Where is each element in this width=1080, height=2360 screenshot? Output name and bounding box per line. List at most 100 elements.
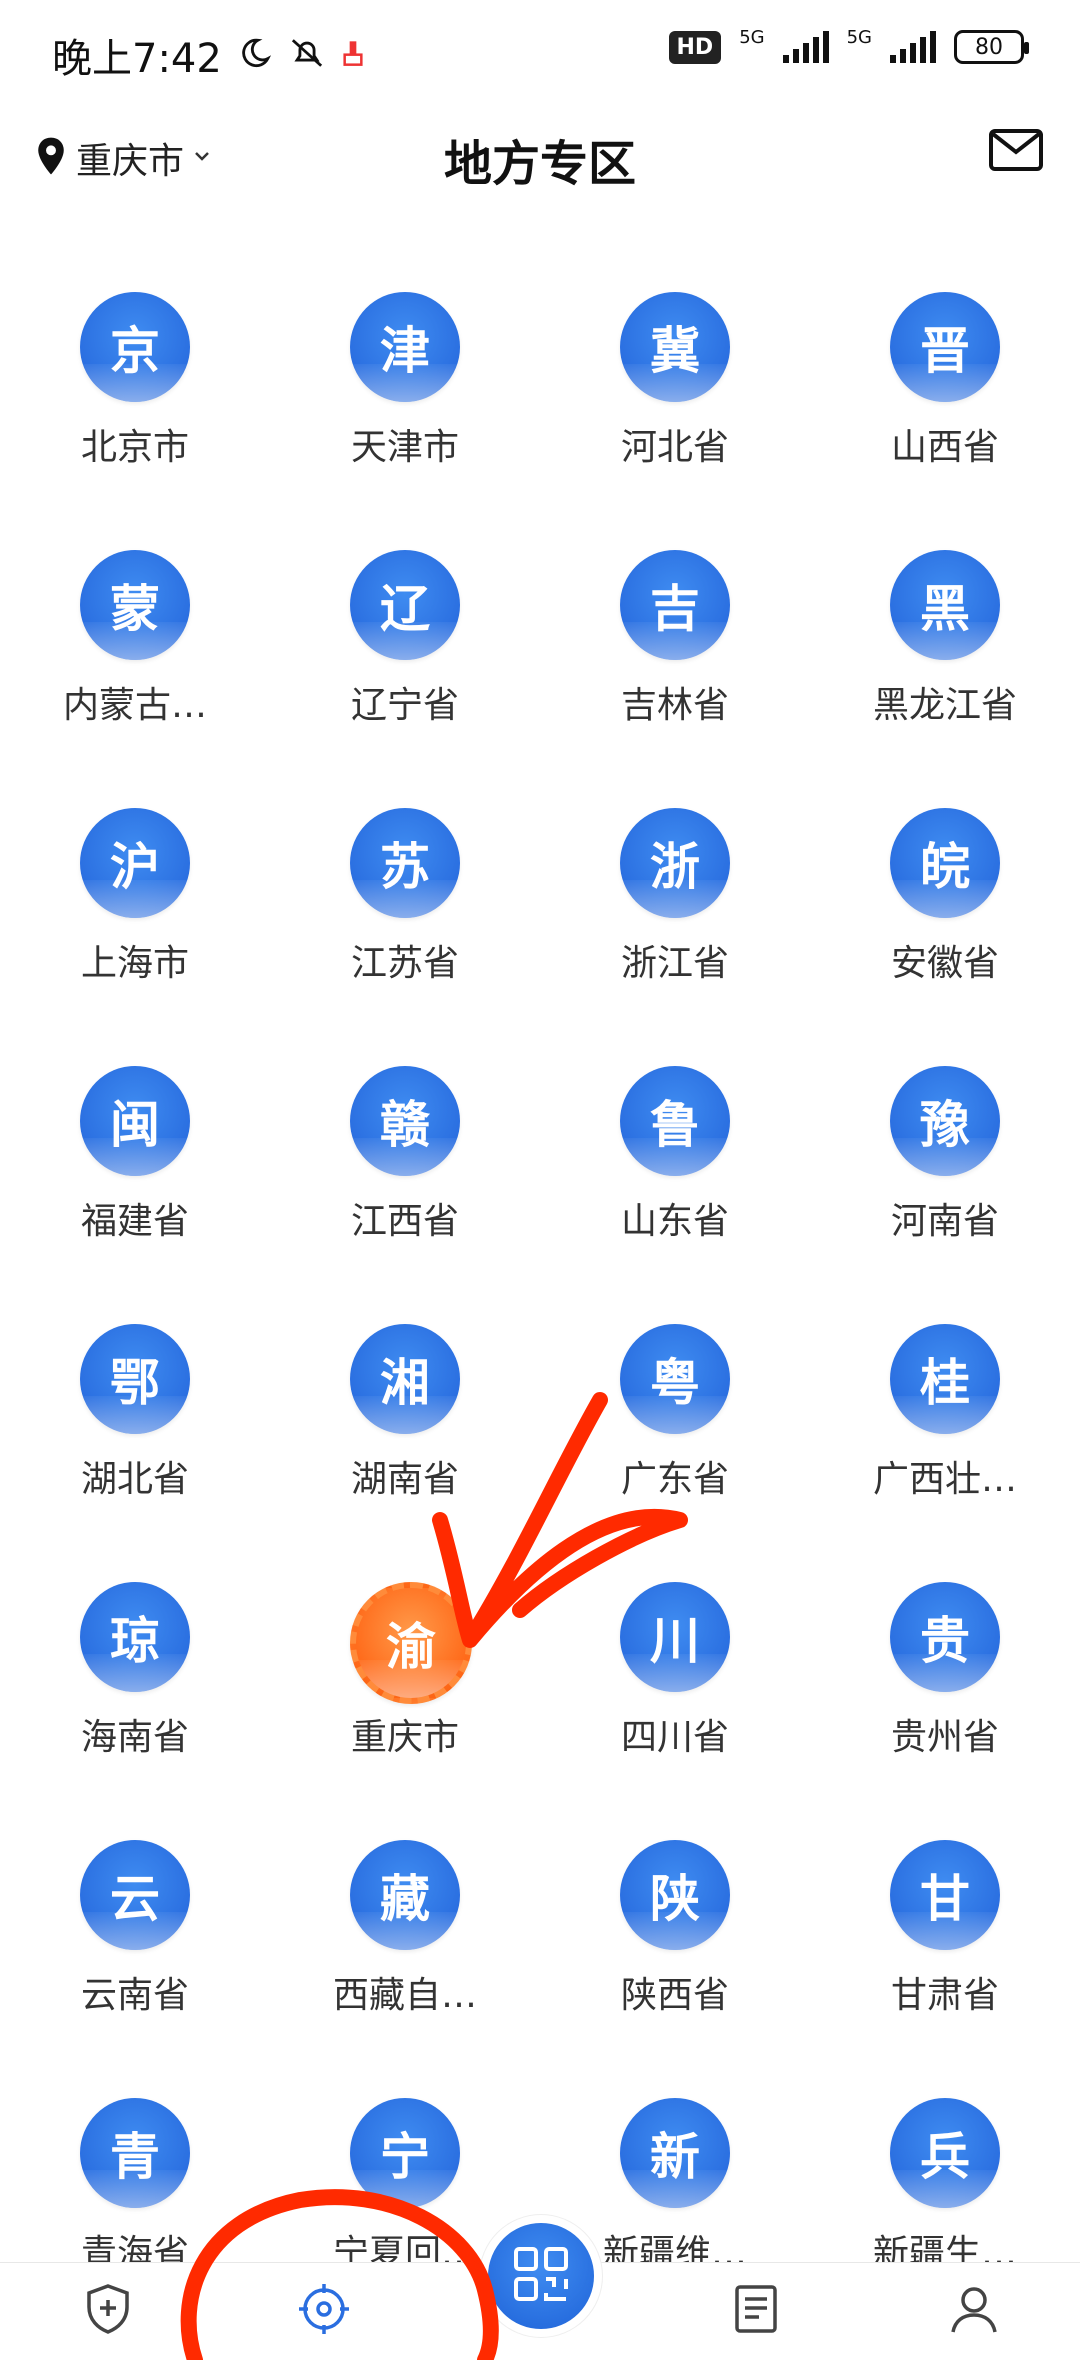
region-label: 天津市 — [350, 427, 459, 468]
region-char: 黑 — [920, 580, 970, 638]
region-label: 浙江省 — [620, 943, 729, 984]
region-item[interactable]: 蒙内蒙古… — [0, 538, 270, 796]
region-item[interactable]: 浙浙江省 — [540, 796, 810, 1054]
region-item[interactable]: 苏江苏省 — [270, 796, 540, 1054]
region-label: 云南省 — [80, 1975, 189, 2016]
region-char: 渝 — [386, 1618, 436, 1676]
region-emblem-icon: 陕 — [620, 1840, 730, 1950]
region-item[interactable]: 粤广东省 — [540, 1312, 810, 1570]
region-item[interactable]: 桂广西壮… — [810, 1312, 1080, 1570]
region-char: 藏 — [380, 1870, 430, 1928]
region-char: 宁 — [380, 2128, 430, 2186]
region-item[interactable]: 辽辽宁省 — [270, 538, 540, 796]
qr-scan-icon — [512, 2245, 570, 2307]
region-char: 津 — [380, 322, 430, 380]
region-label: 江苏省 — [350, 943, 459, 984]
region-item[interactable]: 皖安徽省 — [810, 796, 1080, 1054]
region-emblem-icon: 皖 — [890, 808, 1000, 918]
region-item[interactable]: 京北京市 — [0, 280, 270, 538]
region-char: 晋 — [920, 322, 970, 380]
person-icon — [948, 2283, 1000, 2339]
region-label: 福建省 — [80, 1201, 189, 1242]
region-item[interactable]: 云云南省 — [0, 1828, 270, 2086]
bell-off-icon — [288, 36, 326, 74]
region-char: 湘 — [380, 1354, 430, 1412]
region-label: 内蒙古… — [62, 685, 207, 726]
region-item[interactable]: 鲁山东省 — [540, 1054, 810, 1312]
region-label: 山西省 — [890, 427, 999, 468]
region-emblem-icon: 青 — [80, 2098, 190, 2208]
battery-indicator: 80 — [954, 30, 1029, 64]
region-label: 江西省 — [350, 1201, 459, 1242]
region-emblem-icon: 湘 — [350, 1324, 460, 1434]
region-item[interactable]: 沪上海市 — [0, 796, 270, 1054]
nav-local[interactable] — [294, 2281, 354, 2341]
region-item[interactable]: 吉吉林省 — [540, 538, 810, 796]
region-char: 苏 — [380, 838, 430, 896]
region-char: 青 — [110, 2128, 160, 2186]
bottom-nav — [0, 2223, 1080, 2360]
region-char: 闽 — [110, 1096, 160, 1154]
region-char: 赣 — [380, 1096, 430, 1154]
region-emblem-icon: 鲁 — [620, 1066, 730, 1176]
region-char: 陕 — [650, 1870, 700, 1928]
region-emblem-icon: 粤 — [620, 1324, 730, 1434]
region-item[interactable]: 津天津市 — [270, 280, 540, 538]
region-label: 海南省 — [80, 1717, 189, 1758]
region-item[interactable]: 琼海南省 — [0, 1570, 270, 1828]
region-char: 兵 — [920, 2128, 970, 2186]
region-label: 湖北省 — [80, 1459, 189, 1500]
region-emblem-icon: 晋 — [890, 292, 1000, 402]
region-emblem-icon: 川 — [620, 1582, 730, 1692]
region-label: 上海市 — [80, 943, 189, 984]
region-emblem-icon: 云 — [80, 1840, 190, 1950]
region-emblem-icon: 甘 — [890, 1840, 1000, 1950]
region-label: 安徽省 — [890, 943, 999, 984]
region-emblem-icon: 渝 — [350, 1582, 472, 1704]
region-item[interactable]: 黑黑龙江省 — [810, 538, 1080, 796]
region-emblem-icon: 鄂 — [80, 1324, 190, 1434]
region-char: 皖 — [920, 838, 970, 896]
nav-profile[interactable] — [944, 2281, 1004, 2341]
region-item[interactable]: 鄂湖北省 — [0, 1312, 270, 1570]
region-emblem-icon: 苏 — [350, 808, 460, 918]
region-item[interactable]: 川四川省 — [540, 1570, 810, 1828]
region-char: 辽 — [380, 580, 430, 638]
region-item[interactable]: 赣江西省 — [270, 1054, 540, 1312]
region-label: 河南省 — [890, 1201, 999, 1242]
region-item[interactable]: 晋山西省 — [810, 280, 1080, 538]
region-emblem-icon: 宁 — [350, 2098, 460, 2208]
chevron-down-icon — [192, 146, 212, 170]
location-pin-icon — [34, 136, 68, 180]
region-emblem-icon: 冀 — [620, 292, 730, 402]
region-char: 川 — [650, 1612, 700, 1670]
signal-bars-icon-2 — [890, 31, 936, 63]
region-item[interactable]: 渝重庆市 — [270, 1570, 540, 1828]
region-item[interactable]: 贵贵州省 — [810, 1570, 1080, 1828]
region-label: 北京市 — [80, 427, 189, 468]
region-emblem-icon: 津 — [350, 292, 460, 402]
region-char: 吉 — [650, 580, 700, 638]
mail-icon — [988, 129, 1044, 176]
nav-records[interactable] — [726, 2281, 786, 2341]
region-emblem-icon: 琼 — [80, 1582, 190, 1692]
city-name: 重庆市 — [76, 141, 185, 182]
region-label: 山东省 — [620, 1201, 729, 1242]
nav-protection[interactable] — [78, 2281, 138, 2341]
city-selector[interactable]: 重庆市 — [34, 132, 212, 184]
region-emblem-icon: 兵 — [890, 2098, 1000, 2208]
region-label: 广东省 — [620, 1459, 729, 1500]
region-item[interactable]: 甘甘肃省 — [810, 1828, 1080, 2086]
scan-button[interactable] — [488, 2223, 594, 2329]
mail-button[interactable] — [988, 128, 1044, 176]
region-label: 辽宁省 — [350, 685, 459, 726]
region-item[interactable]: 冀河北省 — [540, 280, 810, 538]
region-char: 新 — [650, 2128, 700, 2186]
region-item[interactable]: 湘湖南省 — [270, 1312, 540, 1570]
region-item[interactable]: 藏西藏自… — [270, 1828, 540, 2086]
region-item[interactable]: 闽福建省 — [0, 1054, 270, 1312]
region-item[interactable]: 豫河南省 — [810, 1054, 1080, 1312]
page: 晚上7:42 HD 5G 5G 80 地方专区 重庆市 京 北京市 津 天津市 … — [0, 0, 1080, 2360]
region-item[interactable]: 陕陕西省 — [540, 1828, 810, 2086]
region-char: 蒙 — [110, 580, 160, 638]
